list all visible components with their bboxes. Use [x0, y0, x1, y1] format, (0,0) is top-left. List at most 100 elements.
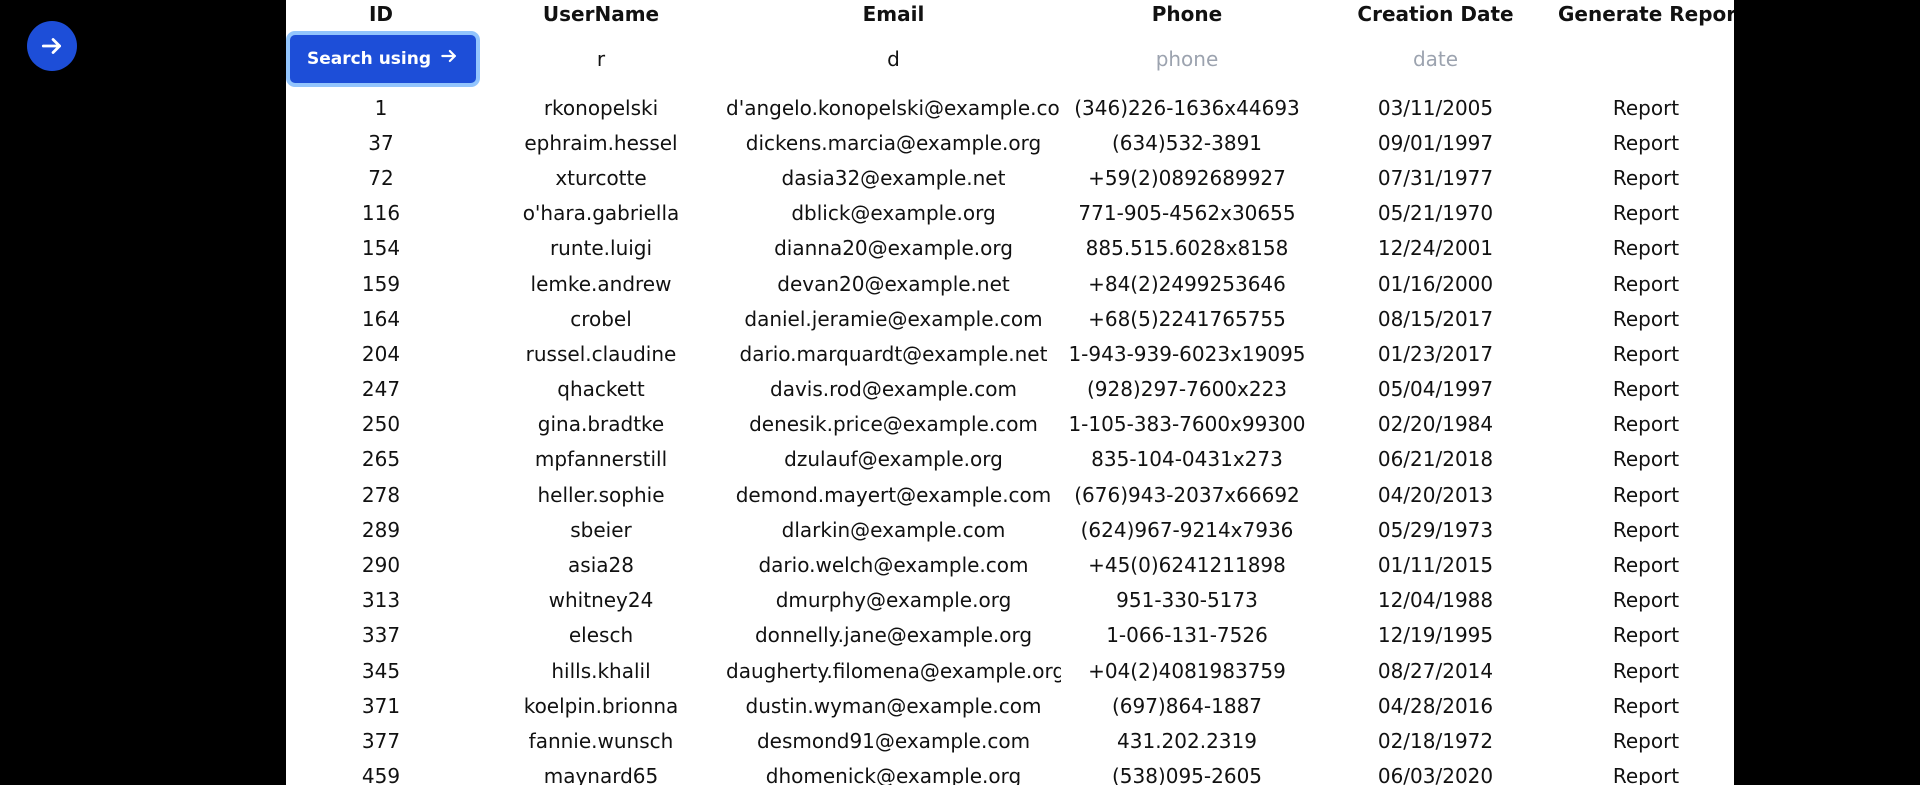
cell-email: dustin.wyman@example.com — [745, 693, 1042, 718]
cell-email: dblick@example.org — [791, 201, 996, 226]
cell-report: Report — [1558, 547, 1734, 582]
cell-creation-date: 04/28/2016 — [1377, 693, 1494, 718]
table-row: 159 lemke.andrew devan20@example.net +84(2)… — [286, 266, 1734, 301]
cell-email: denesik.price@example.com — [749, 412, 1038, 437]
report-link[interactable]: Report — [1613, 729, 1679, 753]
cell-creation-date: 06/03/2020 — [1377, 764, 1494, 785]
report-link[interactable]: Report — [1613, 447, 1679, 471]
cell-username: russel.claudine — [525, 341, 677, 366]
nav-forward-button[interactable] — [27, 21, 77, 71]
report-link[interactable]: Report — [1613, 236, 1679, 260]
cell-phone: (697)864-1887 — [1111, 693, 1263, 718]
cell-phone: +04(2)4081983759 — [1088, 658, 1286, 683]
cell-id: 377 — [361, 728, 401, 753]
cell-report: Report — [1558, 688, 1734, 723]
table-row: 290 asia28 dario.welch@example.com +45(0)62… — [286, 547, 1734, 582]
cell-id: 154 — [361, 236, 401, 261]
cell-email: d'angelo.konopelski@example.com — [726, 95, 1061, 120]
report-link[interactable]: Report — [1613, 377, 1679, 401]
table-row: 1 rkonopelski d'angelo.konopelski@example.… — [286, 90, 1734, 125]
username-filter-cell — [476, 27, 726, 90]
cell-email: dario.marquardt@example.net — [739, 341, 1048, 366]
report-link[interactable]: Report — [1613, 412, 1679, 436]
cell-email: dickens.marcia@example.org — [745, 130, 1042, 155]
report-link[interactable]: Report — [1613, 166, 1679, 190]
report-link[interactable]: Report — [1613, 694, 1679, 718]
table-row: 154 runte.luigi dianna20@example.org 885.51… — [286, 231, 1734, 266]
cell-phone: (346)226-1636x44693 — [1074, 95, 1300, 120]
cell-id: 250 — [361, 412, 401, 437]
cell-report: Report — [1558, 477, 1734, 512]
report-link[interactable]: Report — [1613, 553, 1679, 577]
cell-phone: 1-105-383-7600x99300 — [1068, 412, 1306, 437]
report-link[interactable]: Report — [1613, 518, 1679, 542]
username-filter-input[interactable] — [486, 46, 716, 71]
report-link[interactable]: Report — [1613, 96, 1679, 120]
cell-report: Report — [1558, 759, 1734, 785]
cell-id: 159 — [361, 271, 401, 296]
table-row: 116 o'hara.gabriella dblick@example.org 771… — [286, 196, 1734, 231]
cell-phone: 1-943-939-6023x19095 — [1068, 341, 1306, 366]
cell-id: 337 — [361, 623, 401, 648]
cell-phone: 431.202.2319 — [1117, 728, 1257, 753]
header-email: Email — [862, 1, 925, 26]
cell-phone: +45(0)6241211898 — [1088, 553, 1286, 578]
phone-filter-input[interactable] — [1071, 46, 1303, 71]
cell-username: koelpin.brionna — [523, 693, 679, 718]
cell-creation-date: 02/18/1972 — [1377, 728, 1494, 753]
cell-email: daniel.jeramie@example.com — [744, 306, 1043, 331]
date-filter-input[interactable] — [1322, 46, 1549, 71]
cell-username: heller.sophie — [537, 482, 665, 507]
cell-username: fannie.wunsch — [528, 728, 674, 753]
cell-id: 1 — [374, 95, 388, 120]
header-username: UserName — [542, 1, 660, 26]
table-row: 278 heller.sophie demond.mayert@example.co… — [286, 477, 1734, 512]
cell-report: Report — [1558, 583, 1734, 618]
table-row: 371 koelpin.brionna dustin.wyman@example.c… — [286, 688, 1734, 723]
table-row: 289 sbeier dlarkin@example.com (624)967-921… — [286, 512, 1734, 547]
search-using-button[interactable]: Search using — [286, 30, 480, 87]
cell-creation-date: 12/24/2001 — [1377, 236, 1494, 261]
cell-id: 265 — [361, 447, 401, 472]
table-row: 164 crobel daniel.jeramie@example.com +68(5… — [286, 301, 1734, 336]
cell-username: lemke.andrew — [530, 271, 672, 296]
table-row: 337 elesch donnelly.jane@example.org 1-066-… — [286, 618, 1734, 653]
report-link[interactable]: Report — [1613, 307, 1679, 331]
table-row: 37 ephraim.hessel dickens.marcia@example.o… — [286, 125, 1734, 160]
report-filter-cell — [1558, 27, 1734, 90]
header-generate-report: Generate Report — [1558, 1, 1734, 26]
cell-email: desmond91@example.com — [756, 728, 1031, 753]
search-cell: Search using — [286, 27, 480, 90]
cell-report: Report — [1558, 372, 1734, 407]
report-link[interactable]: Report — [1613, 201, 1679, 225]
cell-creation-date: 09/01/1997 — [1377, 130, 1494, 155]
cell-report: Report — [1558, 653, 1734, 688]
table-row: 247 qhackett davis.rod@example.com (928)297… — [286, 372, 1734, 407]
report-link[interactable]: Report — [1613, 342, 1679, 366]
report-link[interactable]: Report — [1613, 764, 1679, 785]
date-filter-cell — [1313, 27, 1558, 90]
report-link[interactable]: Report — [1613, 131, 1679, 155]
cell-email: dasia32@example.net — [781, 165, 1006, 190]
report-link[interactable]: Report — [1613, 659, 1679, 683]
report-link[interactable]: Report — [1613, 483, 1679, 507]
report-link[interactable]: Report — [1613, 588, 1679, 612]
users-table: ID UserName Email Phone Creation Date Ge… — [286, 0, 1734, 785]
cell-username: xturcotte — [555, 165, 647, 190]
cell-email: davis.rod@example.com — [770, 377, 1017, 402]
cell-report: Report — [1558, 90, 1734, 125]
report-link[interactable]: Report — [1613, 272, 1679, 296]
cell-phone: (538)095-2605 — [1111, 764, 1263, 785]
cell-username: runte.luigi — [549, 236, 653, 261]
report-link[interactable]: Report — [1613, 623, 1679, 647]
email-filter-input[interactable] — [739, 46, 1048, 71]
cell-phone: 885.515.6028x8158 — [1085, 236, 1289, 261]
cell-phone: 835-104-0431x273 — [1091, 447, 1283, 472]
cell-username: crobel — [570, 306, 632, 331]
cell-username: hills.khalil — [551, 658, 651, 683]
cell-username: maynard65 — [543, 764, 659, 785]
cell-email: demond.mayert@example.com — [735, 482, 1052, 507]
cell-creation-date: 12/04/1988 — [1377, 588, 1494, 613]
header-creation-date: Creation Date — [1357, 1, 1514, 26]
cell-creation-date: 12/19/1995 — [1377, 623, 1494, 648]
